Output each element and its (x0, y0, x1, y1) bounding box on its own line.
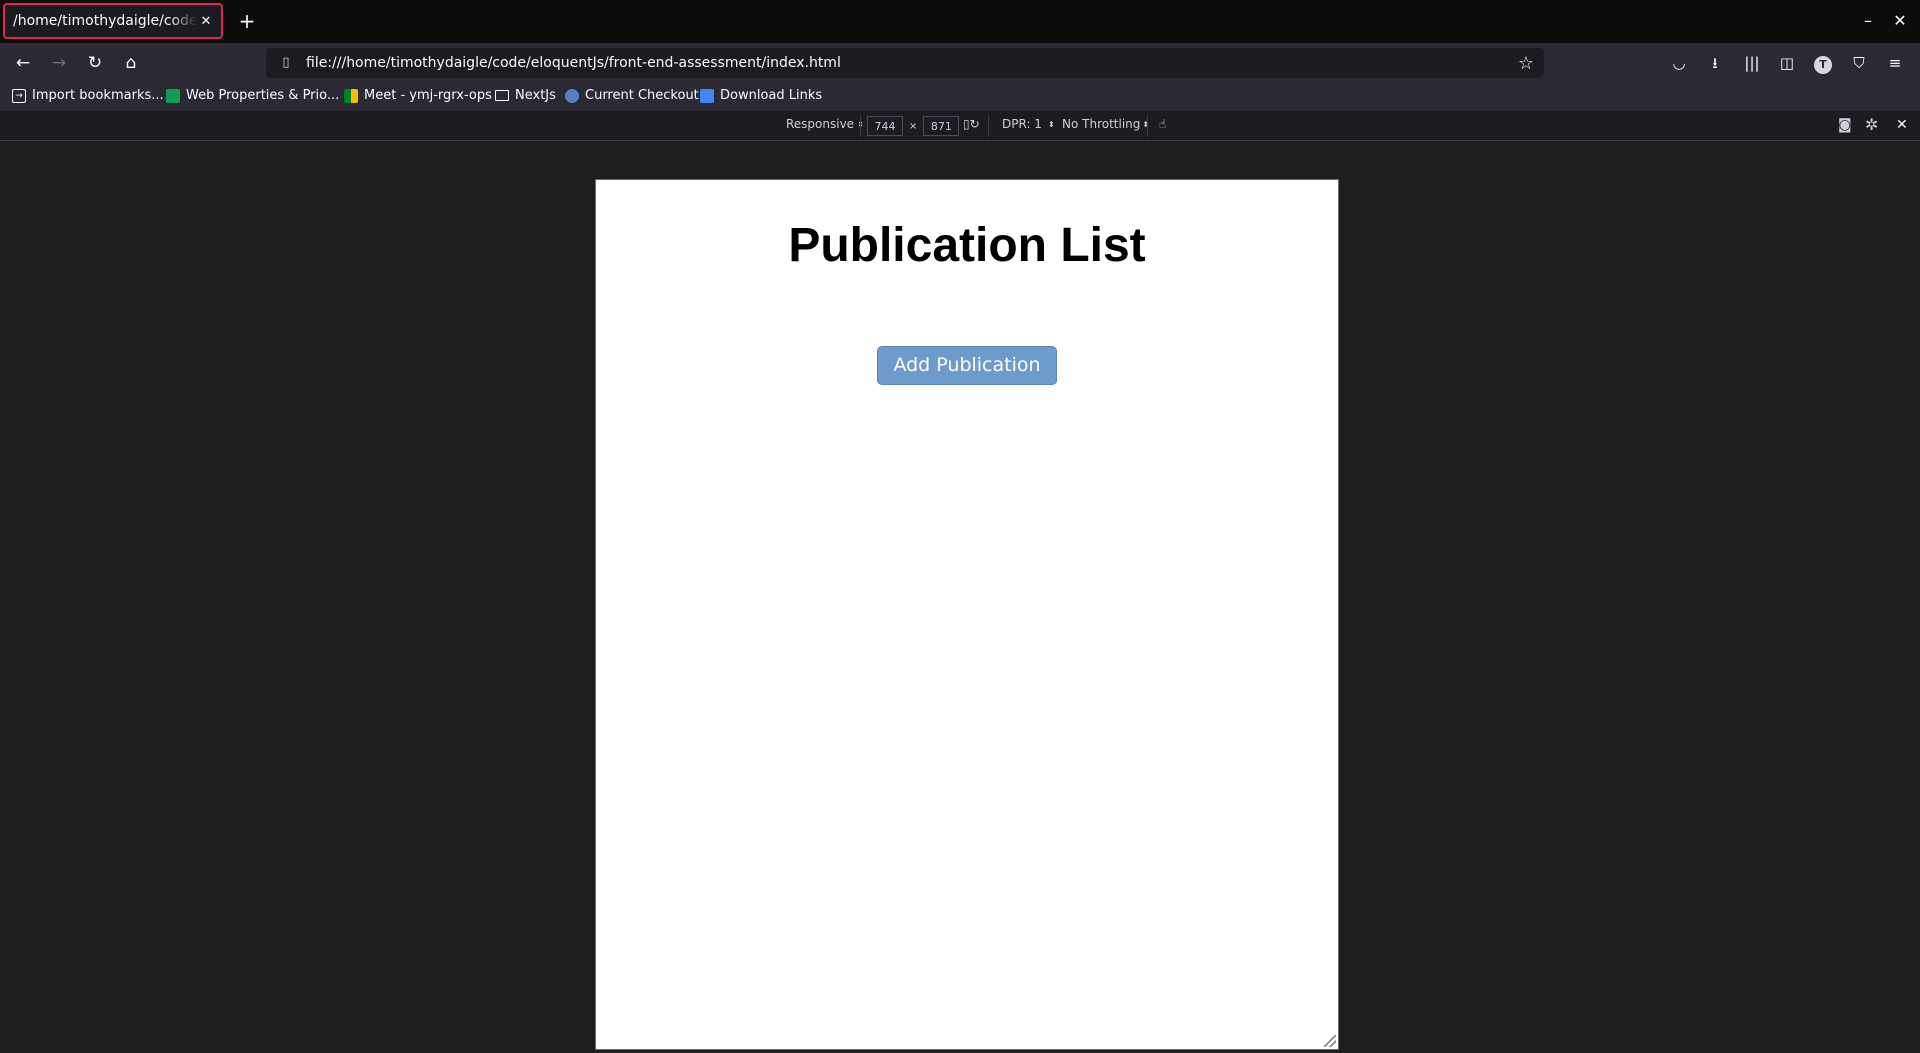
nav-bar: ← → ↻ ⌂ ▯ file:///home/timothydaigle/cod… (0, 43, 1920, 83)
new-tab-button[interactable]: + (234, 8, 260, 34)
touch-simulation-icon[interactable]: ☝ (1159, 117, 1166, 131)
device-label: Responsive (786, 117, 855, 131)
import-icon: → (12, 88, 26, 103)
divider (860, 115, 861, 137)
bookmarks-bar: → Import bookmarks... Web Properties & P… (0, 83, 1920, 111)
throttling-selector[interactable]: No Throttling ⬍ (1062, 117, 1149, 131)
height-input[interactable]: 871 (923, 116, 960, 136)
dpr-label: DPR: 1 (1002, 117, 1042, 131)
bookmark-download-links[interactable]: Download Links (700, 88, 822, 103)
dpr-selector[interactable]: DPR: 1 ⬍ (1002, 117, 1055, 131)
tab-title: /home/timothydaigle/code/eloquentJs/fron… (13, 13, 197, 29)
responsive-viewport: Publication List Add Publication (595, 179, 1339, 1050)
forward-button[interactable]: → (45, 49, 73, 77)
checkout-icon (565, 88, 579, 103)
tab-bar: /home/timothydaigle/code/eloquentJs/fron… (0, 0, 1920, 43)
folder-icon (495, 90, 509, 101)
bookmark-star-icon[interactable]: ☆ (1518, 53, 1534, 74)
settings-icon[interactable]: ✲ (1865, 115, 1878, 134)
tab-active[interactable]: /home/timothydaigle/code/eloquentJs/fron… (3, 3, 223, 39)
meet-icon (344, 88, 358, 103)
add-publication-button[interactable]: Add Publication (877, 346, 1057, 385)
url-bar[interactable]: ▯ file:///home/timothydaigle/code/eloque… (266, 48, 1544, 78)
times-sign: × (909, 120, 918, 132)
rotate-icon[interactable]: ▯↻ (963, 117, 980, 131)
bookmark-meet[interactable]: Meet - ymj-rgrx-ops (344, 88, 492, 103)
reload-button[interactable]: ↻ (81, 49, 109, 77)
back-button[interactable]: ← (9, 49, 37, 77)
docs-icon (700, 88, 714, 103)
window-close-button[interactable]: ✕ (1887, 8, 1913, 34)
width-input[interactable]: 744 (867, 116, 903, 136)
chevron-updown-icon: ⬍ (1142, 119, 1150, 129)
bookmark-label: Meet - ymj-rgrx-ops (364, 88, 492, 103)
bookmark-label: Web Properties & Prio... (186, 88, 340, 103)
minimize-button[interactable]: – (1855, 8, 1881, 34)
home-button[interactable]: ⌂ (117, 49, 145, 77)
bookmark-current-checkout[interactable]: Current Checkout (565, 88, 699, 103)
downloads-icon[interactable]: ⭳ (1701, 49, 1729, 77)
bookmark-label: Current Checkout (585, 88, 699, 103)
divider (1147, 115, 1148, 137)
account-icon[interactable]: T (1809, 49, 1837, 77)
close-rdm-icon[interactable]: ✕ (1896, 117, 1908, 133)
page-title: Publication List (788, 219, 1146, 272)
menu-icon[interactable]: ≡ (1881, 49, 1909, 77)
divider (988, 115, 989, 137)
resize-handle[interactable] (1324, 1035, 1336, 1047)
close-icon[interactable]: ✕ (197, 14, 215, 29)
viewport-size: 744 × 871 (867, 116, 960, 136)
screenshot-icon[interactable]: ◙ (1838, 117, 1852, 133)
bookmark-nextjs[interactable]: NextJs (495, 88, 556, 103)
rdm-toolbar: Responsive ⬍ 744 × 871 ▯↻ DPR: 1 ⬍ No Th… (0, 111, 1920, 141)
bookmark-label: Import bookmarks... (32, 88, 164, 103)
library-icon[interactable]: ||| (1738, 49, 1766, 77)
sidebar-icon[interactable]: ◫ (1773, 49, 1801, 77)
bookmark-web-properties[interactable]: Web Properties & Prio... (166, 88, 339, 103)
throttling-label: No Throttling (1062, 117, 1141, 131)
bookmark-label: Download Links (720, 88, 823, 103)
page-icon: ▯ (282, 55, 290, 70)
bookmark-label: NextJs (515, 88, 556, 103)
device-selector[interactable]: Responsive ⬍ (786, 117, 864, 131)
bookmark-import[interactable]: → Import bookmarks... (12, 88, 164, 103)
shield-icon[interactable]: ⛉ (1845, 49, 1873, 77)
chevron-updown-icon: ⬍ (1047, 119, 1055, 129)
avatar: T (1814, 56, 1832, 74)
sheets-icon (166, 88, 180, 103)
url-text: file:///home/timothydaigle/code/eloquent… (306, 55, 841, 71)
pocket-icon[interactable]: ◡ (1665, 49, 1693, 77)
